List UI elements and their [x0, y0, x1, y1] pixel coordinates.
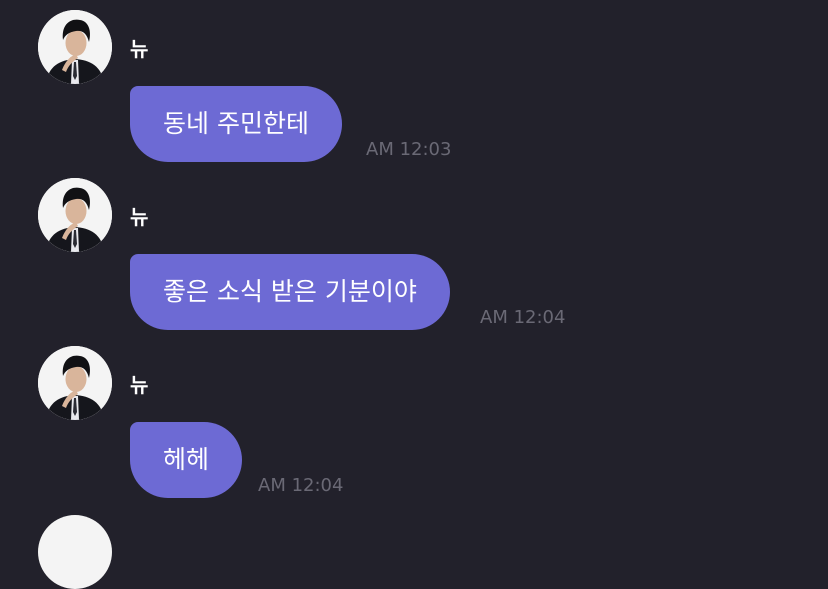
chat-message-list[interactable]: 뉴 동네 주민한테 AM 12:03 뉴 좋은 소식 받은 기분이야 AM 12…: [0, 0, 828, 589]
sender-name: 뉴: [130, 37, 149, 61]
chat-message: 뉴 동네 주민한테 AM 12:03: [0, 0, 828, 168]
message-timestamp: AM 12:03: [366, 139, 452, 160]
profile-photo-icon: [38, 10, 112, 84]
avatar[interactable]: [38, 10, 112, 84]
avatar[interactable]: [38, 178, 112, 252]
message-bubble[interactable]: 동네 주민한테: [130, 86, 342, 162]
message-bubble[interactable]: 좋은 소식 받은 기분이야: [130, 254, 450, 330]
chat-message: 뉴 좋은 소식 받은 기분이야 AM 12:04: [0, 168, 828, 336]
avatar[interactable]: [38, 346, 112, 420]
message-timestamp: AM 12:04: [258, 475, 344, 496]
profile-photo-icon: [38, 178, 112, 252]
sender-name: 뉴: [130, 373, 149, 397]
chat-message: 뉴 헤헤 AM 12:04: [0, 336, 828, 504]
profile-photo-icon: [38, 346, 112, 420]
message-timestamp: AM 12:04: [480, 307, 566, 328]
avatar[interactable]: [38, 515, 112, 589]
sender-name: 뉴: [130, 205, 149, 229]
message-bubble[interactable]: 헤헤: [130, 422, 243, 498]
